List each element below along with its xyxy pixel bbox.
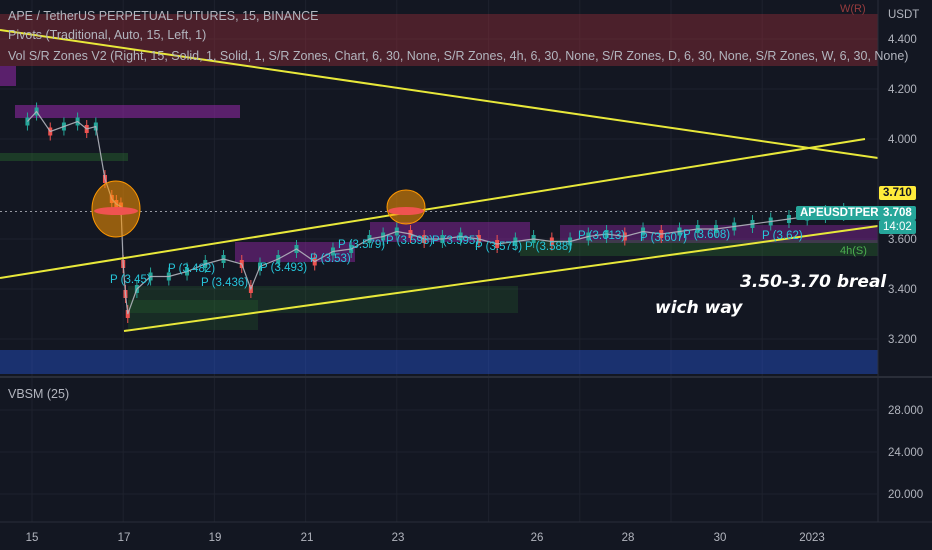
price-tick-label: 3.600: [888, 234, 917, 246]
highlight-marker-left: [94, 207, 138, 215]
right-support-zone: [520, 240, 880, 256]
direction-annotation: wich way: [655, 298, 743, 318]
price-tick-label: 3.200: [888, 334, 917, 346]
price-tick-label: 4.000: [888, 134, 917, 146]
time-tick-label: 21: [301, 532, 314, 544]
pivot-label: P (3.613): [578, 230, 625, 242]
highlight-marker-mid: [388, 207, 424, 215]
pivot-label: P (3.45): [110, 274, 151, 286]
pivot-label: P (3.579): [338, 239, 385, 251]
vol-sr-indicator-label[interactable]: Vol S/R Zones V2 (Right, 15, Solid, 1, S…: [8, 48, 908, 64]
currency-label: USDT: [888, 9, 919, 21]
sub-tick-label: 24.000: [888, 447, 923, 459]
time-tick-label: 15: [26, 532, 39, 544]
time-tick-label: 2023: [799, 532, 825, 544]
symbol-title[interactable]: APE / TetherUS PERPETUAL FUTURES, 15, BI…: [8, 8, 319, 24]
pivot-label: P (3.53): [310, 253, 351, 265]
pivot-label: P (3.588): [525, 241, 572, 253]
weekly-support-zone: [0, 350, 878, 374]
pivot-label: P (3.482): [168, 263, 215, 275]
time-tick-label: 28: [622, 532, 635, 544]
price-tick-label: 4.200: [888, 84, 917, 96]
h4-support-label: 4h(S): [840, 245, 867, 257]
price-axis-bg: [878, 0, 932, 522]
pivot-label: P (3.575): [475, 241, 522, 253]
price-tick-label: 4.400: [888, 34, 917, 46]
sub-tick-label: 28.000: [888, 405, 923, 417]
pivot-label: P (3.608): [683, 229, 730, 241]
resistance-zone: [15, 105, 240, 118]
time-tick-label: 23: [392, 532, 405, 544]
vbsm-indicator-label[interactable]: VBSM (25): [8, 386, 69, 402]
pivot-label: P (3.436): [201, 277, 248, 289]
alert-price-tag: 3.710: [879, 186, 916, 200]
pivots-indicator-label[interactable]: Pivots (Traditional, Auto, 15, Left, 1): [8, 27, 206, 43]
time-tick-label: 19: [209, 532, 222, 544]
sub-tick-label: 20.000: [888, 489, 923, 501]
pivot-label: P (3.595): [432, 235, 479, 247]
time-tick-label: 30: [714, 532, 727, 544]
countdown-tag: 14:02: [879, 220, 916, 234]
price-tick-label: 3.400: [888, 284, 917, 296]
resistance-zone-left: [0, 66, 16, 86]
support-zone: [0, 153, 128, 161]
pivot-label: P (3.607): [640, 232, 687, 244]
time-tick-label: 17: [118, 532, 131, 544]
pivot-label: P (3.62): [762, 230, 803, 242]
last-price-tag: 3.708: [879, 206, 916, 220]
weekly-resistance-label: W(R): [840, 3, 866, 15]
range-annotation: 3.50-3.70 breal: [740, 272, 887, 292]
time-tick-label: 26: [531, 532, 544, 544]
pivot-label: P (3.598): [386, 235, 433, 247]
pivot-label: P (3.493): [260, 262, 307, 274]
symbol-price-label: APEUSDTPERP: [796, 206, 891, 220]
